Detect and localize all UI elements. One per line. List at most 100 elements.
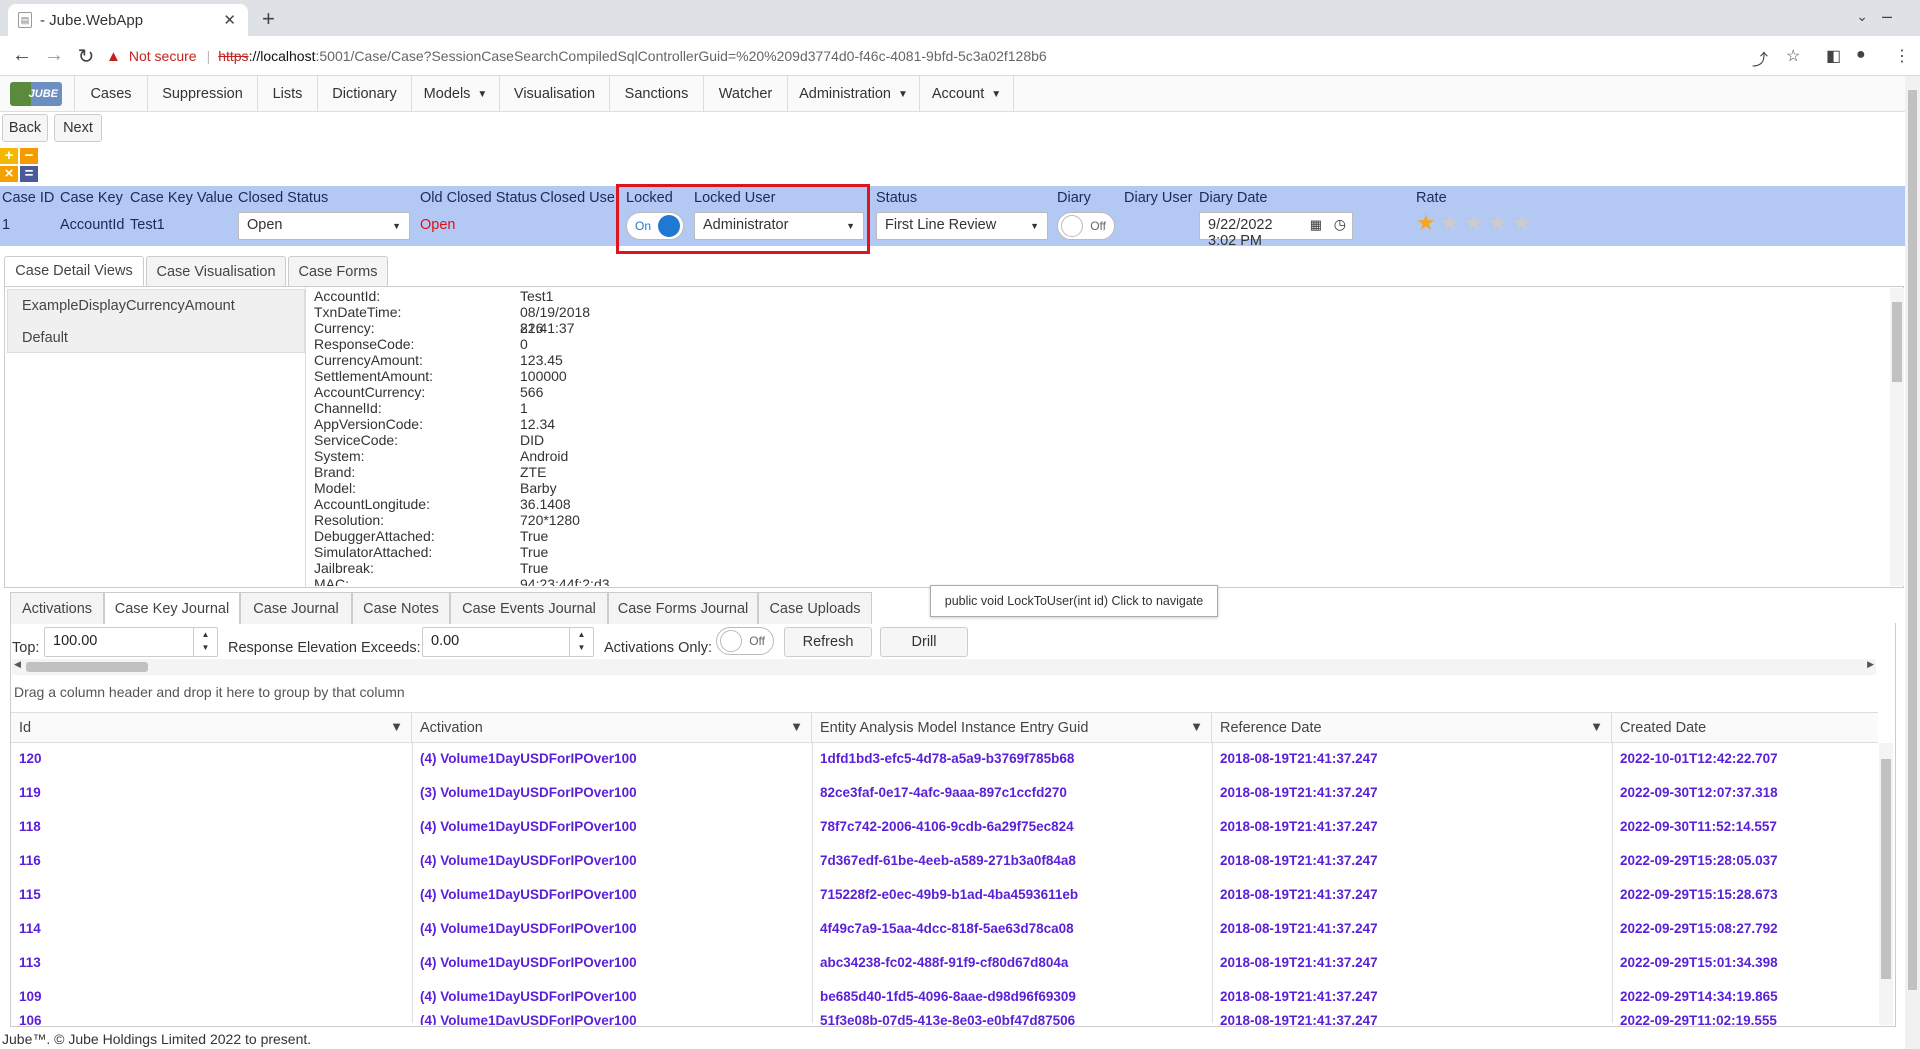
scrollbar-thumb[interactable] [1881, 759, 1891, 979]
group-drop-area[interactable]: Drag a column header and drop it here to… [14, 684, 405, 700]
minus-icon[interactable]: − [20, 148, 38, 164]
table-row[interactable]: 118 (4) Volume1DayUSDForIPOver100 78f7c7… [11, 811, 1878, 845]
next-button[interactable]: Next [54, 114, 102, 142]
column-header-id[interactable]: Id ▼ [11, 713, 412, 743]
table-row[interactable]: 109 (4) Volume1DayUSDForIPOver100 be685d… [11, 981, 1878, 1015]
closed-status-select[interactable]: Open ▼ [238, 212, 410, 240]
activations-only-toggle[interactable]: Off [716, 627, 774, 655]
diary-date-input[interactable]: 9/22/2022 3:02 PM ▦ ◷ [1199, 212, 1353, 249]
window-minimize-icon[interactable]: – [1882, 6, 1896, 27]
detail-key: AccountId: [314, 288, 381, 304]
column-header-activation[interactable]: Activation ▼ [412, 713, 812, 743]
filter-icon[interactable]: ▼ [790, 719, 803, 734]
nav-dictionary[interactable]: Dictionary [318, 76, 412, 112]
table-row[interactable]: 116 (4) Volume1DayUSDForIPOver100 7d367e… [11, 845, 1878, 879]
splitter[interactable] [305, 287, 313, 587]
browser-tab[interactable]: ▤ - Jube.WebApp ✕ [8, 4, 248, 36]
table-row[interactable]: 114 (4) Volume1DayUSDForIPOver100 4f49c7… [11, 913, 1878, 947]
tab-case-forms-journal[interactable]: Case Forms Journal [608, 592, 758, 624]
scroll-left-icon[interactable]: ◀ [14, 659, 21, 670]
jube-logo[interactable]: JUBE [10, 82, 62, 106]
back-button[interactable]: Back [2, 114, 48, 142]
column-header-guid[interactable]: Entity Analysis Model Instance Entry Gui… [812, 713, 1212, 743]
nav-suppression[interactable]: Suppression [148, 76, 258, 112]
nav-sanctions[interactable]: Sanctions [610, 76, 704, 112]
page-scrollbar[interactable] [1905, 76, 1920, 1049]
nav-watcher[interactable]: Watcher [704, 76, 788, 112]
grid-horizontal-scrollbar[interactable]: ◀ ▶ [12, 659, 1876, 675]
cell-id: 114 [19, 921, 41, 936]
share-icon[interactable]: ⤴ [1752, 46, 1768, 70]
close-tab-icon[interactable]: ✕ [223, 11, 236, 29]
table-row[interactable]: 113 (4) Volume1DayUSDForIPOver100 abc342… [11, 947, 1878, 981]
refresh-button[interactable]: Refresh [784, 627, 872, 657]
more-menu-icon[interactable]: ⋮ [1894, 46, 1910, 66]
bookmark-star-icon[interactable]: ☆ [1786, 46, 1800, 66]
tab-case-journal[interactable]: Case Journal [240, 592, 352, 624]
warning-icon: ▲ [106, 47, 121, 65]
column-header-created-date[interactable]: Created Date [1612, 713, 1878, 743]
calendar-icon[interactable]: ▦ [1310, 217, 1322, 233]
calculator-widget[interactable]: + − × = [0, 148, 38, 182]
back-arrow-icon[interactable]: ← [10, 44, 34, 67]
detail-key: SimulatorAttached: [314, 544, 433, 560]
tab-case-events-journal[interactable]: Case Events Journal [450, 592, 608, 624]
tab-case-detail-views[interactable]: Case Detail Views [4, 256, 144, 286]
table-row[interactable]: 106 (4) Volume1DayUSDForIPOver100 51f3e0… [11, 1015, 1878, 1025]
spinner-arrows-icon[interactable]: ▲ ▼ [569, 628, 593, 656]
nav-account[interactable]: Account ▼ [920, 76, 1014, 112]
tab-case-key-journal[interactable]: Case Key Journal [104, 592, 240, 624]
tab-case-notes[interactable]: Case Notes [352, 592, 450, 624]
drill-button[interactable]: Drill [880, 627, 968, 657]
star-icon[interactable]: ★ [1464, 210, 1484, 236]
star-icon[interactable]: ★ [1512, 210, 1532, 236]
column-header-reference-date[interactable]: Reference Date ▼ [1212, 713, 1612, 743]
star-icon[interactable]: ★ [1440, 210, 1460, 236]
view-item[interactable]: Default [22, 330, 68, 346]
plus-icon[interactable]: + [0, 148, 18, 164]
equals-icon[interactable]: = [20, 166, 38, 182]
spinner-arrows-icon[interactable]: ▲ ▼ [193, 628, 217, 656]
scroll-right-icon[interactable]: ▶ [1867, 659, 1874, 670]
tab-case-uploads[interactable]: Case Uploads [758, 592, 872, 624]
side-panel-icon[interactable]: ◧ [1826, 46, 1841, 66]
scrollbar-thumb[interactable] [1892, 302, 1902, 382]
star-icon[interactable]: ★ [1488, 210, 1508, 236]
tab-case-visualisation[interactable]: Case Visualisation [146, 256, 286, 286]
forward-arrow-icon[interactable]: → [42, 44, 66, 67]
filter-icon[interactable]: ▼ [1190, 719, 1203, 734]
table-row[interactable]: 120 (4) Volume1DayUSDForIPOver100 1dfd1b… [11, 743, 1878, 777]
address-bar[interactable]: ▲ Not secure | https ://localhost :5001/… [106, 40, 1806, 72]
detail-scrollbar[interactable] [1890, 288, 1904, 586]
reload-icon[interactable]: ↻ [74, 44, 98, 69]
diary-toggle[interactable]: Off [1057, 212, 1115, 240]
view-item[interactable]: ExampleDisplayCurrencyAmount [22, 298, 235, 314]
multiply-icon[interactable]: × [0, 166, 18, 182]
table-row[interactable]: 119 (3) Volume1DayUSDForIPOver100 82ce3f… [11, 777, 1878, 811]
browser-tab-strip: ▤ - Jube.WebApp ✕ + ⌄ – [0, 0, 1920, 36]
table-row[interactable]: 115 (4) Volume1DayUSDForIPOver100 715228… [11, 879, 1878, 913]
profile-avatar-icon[interactable]: ● [1856, 46, 1866, 64]
filter-icon[interactable]: ▼ [1590, 719, 1603, 734]
not-secure-label[interactable]: Not secure [129, 48, 197, 64]
clock-icon[interactable]: ◷ [1334, 216, 1346, 233]
nav-lists[interactable]: Lists [258, 76, 318, 112]
nav-label: Account [931, 86, 985, 102]
nav-visualisation[interactable]: Visualisation [500, 76, 610, 112]
grid-vertical-scrollbar[interactable] [1879, 743, 1893, 1025]
filter-icon[interactable]: ▼ [390, 719, 403, 734]
tab-search-chevron-icon[interactable]: ⌄ [1856, 8, 1868, 25]
tab-activations[interactable]: Activations [10, 592, 104, 624]
scrollbar-thumb[interactable] [1908, 90, 1917, 990]
new-tab-icon[interactable]: + [262, 6, 275, 32]
tab-case-forms[interactable]: Case Forms [288, 256, 388, 286]
closed-status-value: Open [247, 217, 283, 233]
nav-administration[interactable]: Administration ▼ [788, 76, 920, 112]
nav-cases[interactable]: Cases [74, 76, 148, 112]
star-icon[interactable]: ★ [1416, 210, 1436, 236]
nav-models[interactable]: Models ▼ [412, 76, 500, 112]
status-select[interactable]: First Line Review ▼ [876, 212, 1048, 240]
elevation-input[interactable]: 0.00 ▲ ▼ [422, 627, 594, 657]
scrollbar-thumb[interactable] [26, 662, 148, 672]
top-input[interactable]: 100.00 ▲ ▼ [44, 627, 218, 657]
